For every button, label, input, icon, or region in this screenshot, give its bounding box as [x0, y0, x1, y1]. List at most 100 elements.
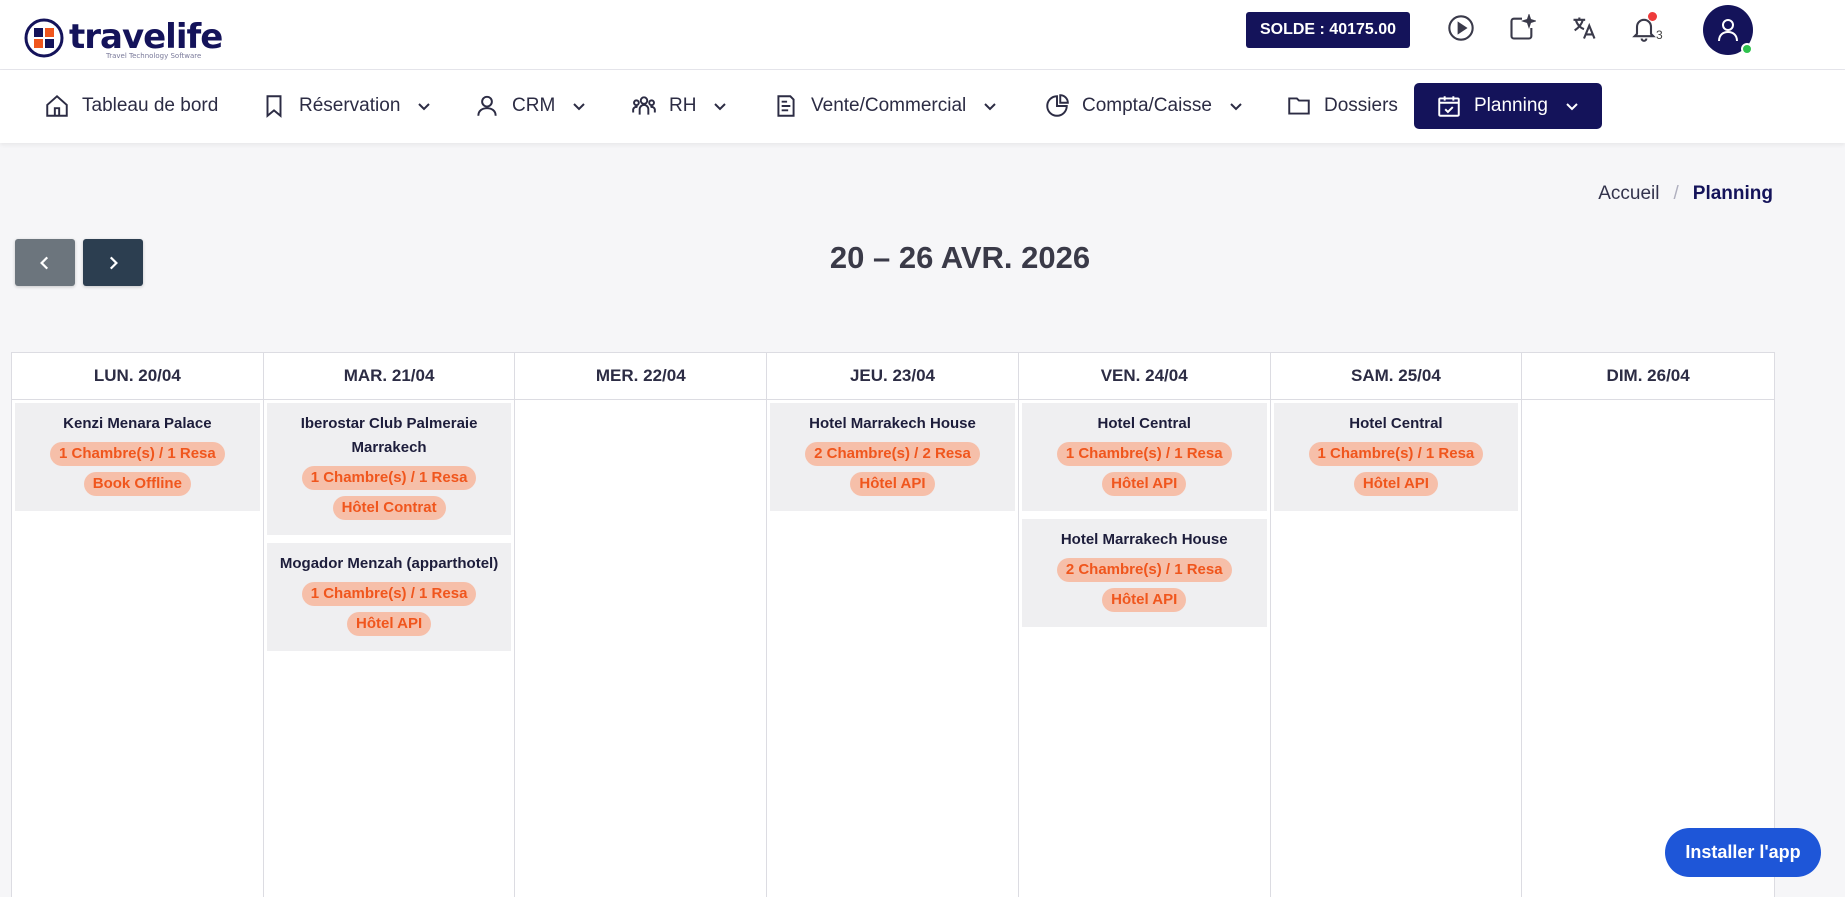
- day-column: MAR. 21/04 Iberostar Club Palmeraie Marra…: [263, 353, 516, 897]
- calendar-event[interactable]: Kenzi Menara Palace 1 Chambre(s) / 1 Resa…: [15, 403, 260, 511]
- play-circle-icon[interactable]: [1447, 14, 1479, 46]
- nav-label: Vente/Commercial: [811, 95, 967, 116]
- user-icon: [1718, 19, 1738, 42]
- add-note-icon[interactable]: [1508, 13, 1540, 46]
- nav-compta-caisse[interactable]: Compta/Caisse: [1044, 83, 1244, 129]
- chevron-down-icon: [418, 103, 431, 111]
- source-badge: Hôtel Contrat: [332, 496, 446, 520]
- day-header: JEU. 23/04: [767, 353, 1018, 400]
- top-bar: travelife Travel Technology Software SOL…: [0, 0, 1845, 70]
- day-header: SAM. 25/04: [1270, 353, 1522, 400]
- day-column: MER. 22/04: [515, 353, 768, 897]
- calendar-check-icon: [1438, 96, 1460, 117]
- notification-dot: [1648, 12, 1657, 21]
- calendar-event[interactable]: Hotel Central 1 Chambre(s) / 1 Resa Hôtel …: [1021, 403, 1267, 511]
- chevron-left-icon: [40, 256, 49, 269]
- logo-text: travelife: [69, 17, 223, 57]
- chevron-down-icon: [984, 103, 996, 111]
- source-badge: Hôtel API: [1102, 472, 1187, 496]
- chevron-down-icon: [573, 103, 585, 111]
- chevron-down-icon: [714, 103, 727, 111]
- pill-row: 2 Chambre(s) / 1 Resa: [1028, 555, 1261, 585]
- day-column: LUN. 20/04 Kenzi Menara Palace 1 Chambre(s…: [12, 353, 264, 897]
- day-header: MER. 22/04: [515, 353, 767, 400]
- user-icon: [477, 95, 497, 116]
- breadcrumb-separator: /: [1673, 183, 1679, 204]
- home-icon: [46, 94, 68, 117]
- day-header: LUN. 20/04: [12, 353, 263, 400]
- week-title: 20 – 26 AVR. 2026: [829, 240, 1091, 275]
- user-avatar[interactable]: [1703, 5, 1753, 55]
- calendar-event[interactable]: Hotel Central 1 Chambre(s) / 1 Resa Hôtel …: [1273, 403, 1519, 511]
- source-badge: Hôtel API: [1353, 472, 1438, 496]
- event-hotel-name: Mogador Menzah (apparthotel): [279, 555, 499, 572]
- rooms-badge: 1 Chambre(s) / 1 Resa: [301, 582, 477, 606]
- online-status-dot: [1741, 43, 1753, 55]
- calendar-event[interactable]: Iberostar Club Palmeraie Marrakech 1 Cham…: [266, 403, 512, 535]
- breadcrumb-home-link[interactable]: Accueil: [1598, 183, 1659, 205]
- nav-label: Dossiers: [1324, 95, 1398, 116]
- next-week-button[interactable]: [83, 239, 143, 286]
- install-app-button[interactable]: Installer l'app: [1665, 828, 1821, 877]
- notification-count: 3: [1656, 28, 1663, 42]
- source-badge: Hôtel API: [1102, 588, 1187, 612]
- nav-label: Tableau de bord: [82, 95, 219, 116]
- day-column: SAM. 25/04 Hotel Central 1 Chambre(s) / 1 …: [1270, 353, 1523, 897]
- nav-label: Réservation: [299, 95, 401, 116]
- day-column: VEN. 24/04 Hotel Central 1 Chambre(s) / 1 …: [1018, 353, 1271, 897]
- pill-row: Hôtel API: [273, 609, 506, 639]
- event-hotel-name: Hotel Marrakech House: [1060, 531, 1228, 548]
- week-calendar: LUN. 20/04 Kenzi Menara Palace 1 Chambre(s…: [11, 352, 1775, 897]
- nav-label: RH: [669, 95, 697, 116]
- nav-rh[interactable]: RH: [631, 83, 728, 129]
- translate-icon[interactable]: [1570, 14, 1602, 46]
- pill-row: 2 Chambre(s) / 2 Resa: [776, 439, 1009, 469]
- day-header: MAR. 21/04: [263, 353, 515, 400]
- day-header: DIM. 26/04: [1522, 353, 1774, 400]
- pill-row: Book Offline: [21, 469, 254, 499]
- day-column: DIM. 26/04: [1522, 353, 1774, 897]
- nav-tableau-de-bord[interactable]: Tableau de bord: [44, 83, 218, 129]
- event-hotel-name: Hotel Marrakech House: [809, 415, 976, 432]
- rooms-badge: 1 Chambre(s) / 1 Resa: [1308, 442, 1484, 466]
- source-badge: Hôtel API: [850, 472, 935, 496]
- chevron-right-icon: [109, 256, 118, 269]
- event-hotel-name: Iberostar Club Palmeraie Marrakech: [300, 415, 478, 456]
- users-group-icon: [632, 96, 656, 115]
- rooms-badge: 1 Chambre(s) / 1 Resa: [301, 466, 477, 490]
- bell-icon[interactable]: 3: [1630, 12, 1663, 46]
- invoice-icon: [777, 95, 795, 117]
- source-badge: Book Offline: [83, 472, 191, 496]
- rooms-badge: 2 Chambre(s) / 1 Resa: [1056, 558, 1232, 582]
- pill-row: Hôtel API: [1028, 585, 1261, 615]
- nav-label: Compta/Caisse: [1082, 95, 1212, 116]
- pill-row: 1 Chambre(s) / 1 Resa: [273, 463, 506, 493]
- pill-row: 1 Chambre(s) / 1 Resa: [21, 439, 254, 469]
- nav-planning[interactable]: Planning: [1414, 83, 1602, 129]
- calendar-event[interactable]: Hotel Marrakech House 2 Chambre(s) / 2 Re…: [770, 403, 1015, 511]
- pill-row: 1 Chambre(s) / 1 Resa: [273, 579, 506, 609]
- nav-reservation[interactable]: Réservation: [261, 83, 432, 129]
- nav-crm[interactable]: CRM: [474, 83, 587, 129]
- bookmark-icon: [266, 95, 282, 118]
- app-logo[interactable]: travelife Travel Technology Software: [24, 18, 223, 62]
- nav-vente-commercial[interactable]: Vente/Commercial: [773, 83, 998, 129]
- nav-label: Planning: [1474, 95, 1548, 116]
- pill-row: 1 Chambre(s) / 1 Resa: [1028, 439, 1261, 469]
- pill-row: 1 Chambre(s) / 1 Resa: [1280, 439, 1513, 469]
- pill-row: Hôtel API: [1028, 469, 1261, 499]
- rooms-badge: 1 Chambre(s) / 1 Resa: [49, 442, 225, 466]
- pill-row: Hôtel API: [1280, 469, 1513, 499]
- balance-badge: SOLDE : 40175.00: [1246, 12, 1410, 48]
- previous-week-button[interactable]: [15, 239, 75, 286]
- chevron-down-icon: [1566, 103, 1578, 111]
- logo-mark-icon: [24, 18, 64, 58]
- calendar-event[interactable]: Mogador Menzah (apparthotel) 1 Chambre(s)…: [266, 543, 512, 651]
- nav-dossiers[interactable]: Dossiers: [1286, 83, 1398, 129]
- rooms-badge: 2 Chambre(s) / 2 Resa: [805, 442, 980, 466]
- nav-label: CRM: [512, 95, 556, 116]
- pill-row: Hôtel Contrat: [273, 493, 506, 523]
- calendar-event[interactable]: Hotel Marrakech House 2 Chambre(s) / 1 Re…: [1021, 519, 1267, 627]
- day-header: VEN. 24/04: [1018, 353, 1270, 400]
- pill-row: Hôtel API: [776, 469, 1009, 499]
